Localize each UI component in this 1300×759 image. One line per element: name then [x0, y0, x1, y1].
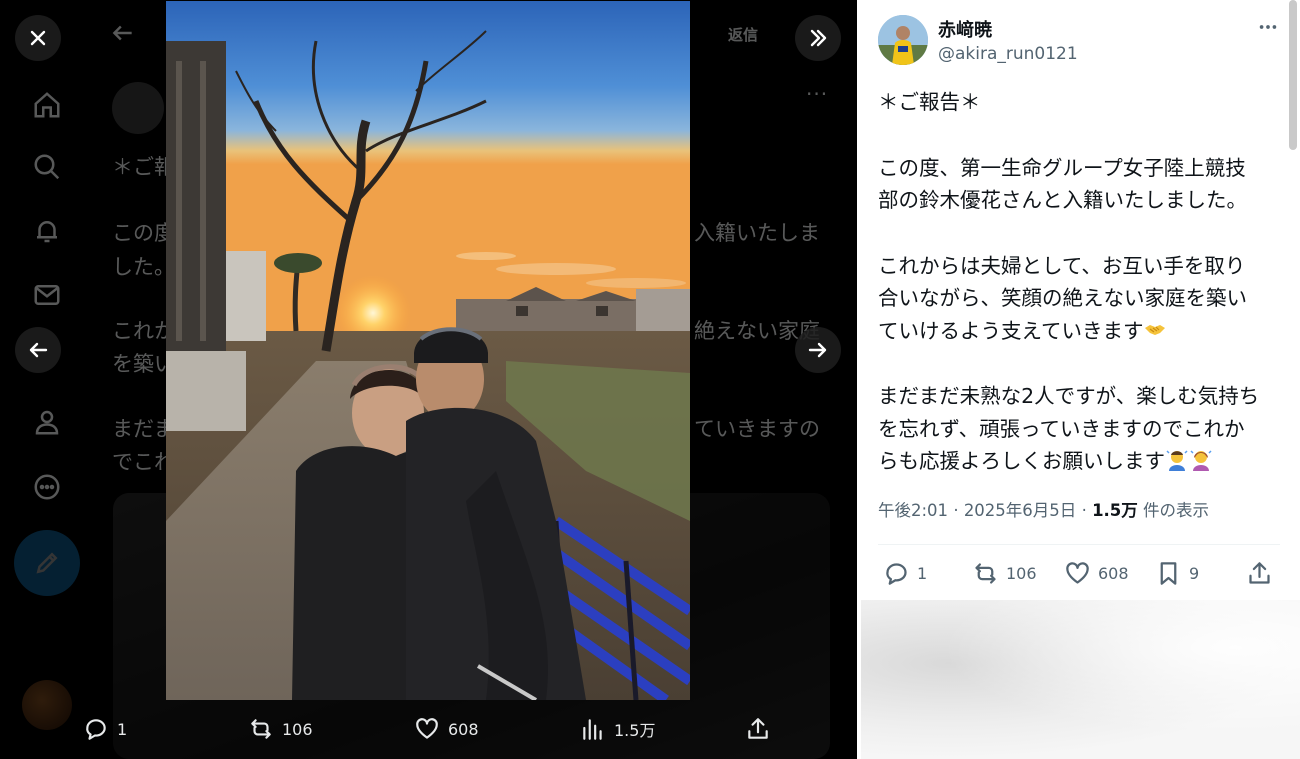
retweet-icon — [975, 563, 996, 584]
viewer-retweet-count: 106 — [282, 719, 313, 739]
views-icon — [583, 719, 602, 740]
meta-separator: · — [953, 501, 959, 520]
previous-media-button[interactable] — [15, 327, 61, 373]
post-text-line: 部の鈴木優花さんと入籍いたしました。 — [878, 188, 1247, 212]
post-text: ＊ご報告＊ この度、第一生命グループ女子陸上競技 部の鈴木優花さんと入籍いたしま… — [878, 86, 1288, 478]
retweet-button[interactable]: 106 — [972, 560, 1037, 587]
scrollbar[interactable] — [1289, 0, 1297, 150]
post-views-label: 件の表示 — [1143, 501, 1210, 520]
arrow-right-icon — [808, 342, 827, 358]
author-handle[interactable]: @akira_run0121 — [938, 44, 1078, 64]
share-icon — [1249, 562, 1270, 584]
more-dots-icon: ··· — [806, 82, 829, 106]
post-views-count: 1.5万 — [1092, 501, 1138, 520]
post-meta: 午後2:01 · 2025年6月5日 · 1.5万 件の表示 — [878, 497, 1209, 521]
author-display-name[interactable]: 赤﨑暁 — [938, 16, 992, 42]
post-text-line: まだまだ未熟な2人ですが、楽しむ気持ち — [878, 384, 1260, 408]
search-icon — [30, 150, 64, 184]
post-time[interactable]: 午後2:01 — [878, 501, 948, 520]
bg-text-line: ていきますの — [694, 417, 820, 441]
like-count: 608 — [1098, 564, 1129, 583]
mail-icon — [30, 278, 64, 312]
viewer-like-count: 608 — [448, 719, 479, 739]
reply-label: 返信 — [728, 26, 759, 44]
viewer-share-button[interactable] — [745, 716, 771, 742]
compose-icon — [14, 530, 80, 596]
media-viewer: 返信 ··· ＊ご報告＊ この度 入籍いたしま した。 これか 絶えない家庭 を… — [0, 0, 857, 759]
post-text-line: を忘れず、頑張っていきますのでこれか — [878, 416, 1245, 441]
bookmark-count: 9 — [1189, 564, 1200, 583]
blurred-reply-area — [861, 600, 1300, 759]
heart-icon — [1066, 562, 1089, 584]
like-button[interactable]: 608 — [1064, 560, 1129, 587]
home-icon — [30, 88, 64, 122]
reply-icon — [86, 719, 106, 740]
woman-bowing-emoji-icon — [1190, 450, 1212, 471]
viewer-views-button[interactable]: 1.5万 — [580, 716, 655, 742]
bookmark-icon — [1160, 562, 1177, 585]
close-button[interactable] — [15, 15, 61, 61]
viewer-like-button[interactable]: 608 — [414, 716, 479, 742]
post-text-line: 合いながら、笑顔の絶えない家庭を築い — [878, 286, 1247, 310]
author-avatar[interactable] — [878, 15, 928, 65]
post-detail-panel: 赤﨑暁 @akira_run0121 ＊ご報告＊ この度、第一生命グループ女子陸… — [857, 0, 1300, 759]
viewer-views-count: 1.5万 — [614, 721, 656, 740]
post-text-line-with-emoji: ていけるよう支えていきます — [878, 315, 1288, 348]
post-heading: ＊ご報告＊ — [878, 90, 981, 114]
bg-text-line: 入籍いたしま — [694, 221, 820, 245]
heart-icon — [416, 718, 438, 739]
retweet-icon — [251, 719, 271, 739]
post-date[interactable]: 2025年6月5日 — [964, 501, 1077, 520]
man-bowing-emoji-icon — [1166, 450, 1188, 471]
handshake-emoji-icon — [1145, 324, 1166, 335]
meta-separator: · — [1081, 501, 1087, 520]
viewer-retweet-button[interactable]: 106 — [248, 716, 313, 742]
author-avatar-background — [112, 82, 164, 134]
post-text-line-with-emoji: らも応援よろしくお願いします — [878, 445, 1288, 478]
post-photo[interactable] — [166, 1, 690, 700]
reply-icon — [886, 563, 907, 585]
more-circle-icon — [30, 470, 64, 504]
retweet-count: 106 — [1006, 564, 1037, 583]
viewer-reply-button[interactable]: 1 — [83, 716, 127, 742]
close-icon — [30, 30, 46, 46]
post-text-line: らも応援よろしくお願いします — [878, 449, 1165, 473]
viewer-reply-count: 1 — [117, 719, 128, 739]
back-arrow-icon — [110, 20, 140, 50]
share-icon — [748, 718, 768, 739]
profile-icon — [30, 405, 64, 439]
arrow-left-icon — [29, 342, 48, 358]
post-text-line: これからは夫婦として、お互い手を取り — [878, 253, 1246, 278]
share-button[interactable] — [1246, 560, 1273, 587]
reply-count: 1 — [917, 564, 928, 583]
divider — [878, 544, 1280, 545]
post-text-line: ていけるよう支えていきます — [878, 318, 1144, 343]
viewer-action-bar: 1 106 608 1.5万 — [0, 700, 857, 759]
bookmark-button[interactable]: 9 — [1155, 560, 1199, 587]
double-chevron-right-icon — [810, 29, 827, 47]
next-media-button[interactable] — [795, 327, 841, 373]
bell-icon — [30, 214, 64, 248]
post-text-line: この度、第一生命グループ女子陸上競技 — [878, 155, 1246, 180]
collapse-panel-button[interactable] — [795, 15, 841, 61]
more-icon[interactable] — [1255, 14, 1281, 40]
reply-button[interactable]: 1 — [883, 560, 927, 587]
